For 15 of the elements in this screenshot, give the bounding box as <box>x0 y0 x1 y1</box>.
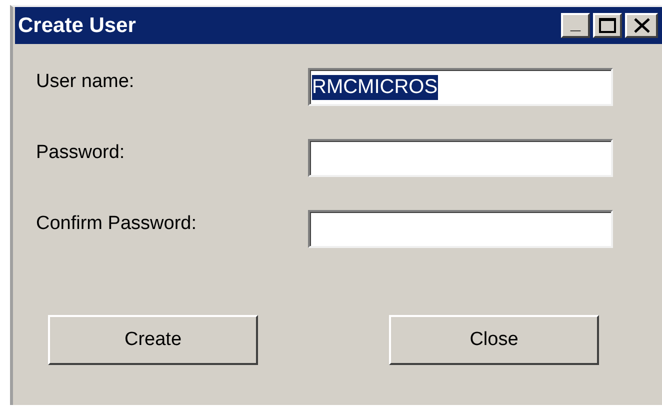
close-dialog-button[interactable]: Close <box>389 315 599 365</box>
text-field[interactable]: RMCMICROS <box>308 68 613 106</box>
minimize-button[interactable]: _ <box>561 13 590 38</box>
close-button[interactable] <box>625 13 658 38</box>
field-label: User name: <box>36 70 136 94</box>
field-value: RMCMICROS <box>312 74 438 100</box>
maximize-icon <box>599 18 616 33</box>
text-field[interactable] <box>308 210 613 248</box>
window-title: Create User <box>18 12 136 39</box>
text-field[interactable] <box>308 139 613 177</box>
maximize-button[interactable] <box>593 13 622 38</box>
field-label: Confirm Password: <box>36 212 198 236</box>
field-label: Password: <box>36 140 126 165</box>
close-icon <box>634 18 650 33</box>
create-button[interactable]: Create <box>48 315 258 365</box>
